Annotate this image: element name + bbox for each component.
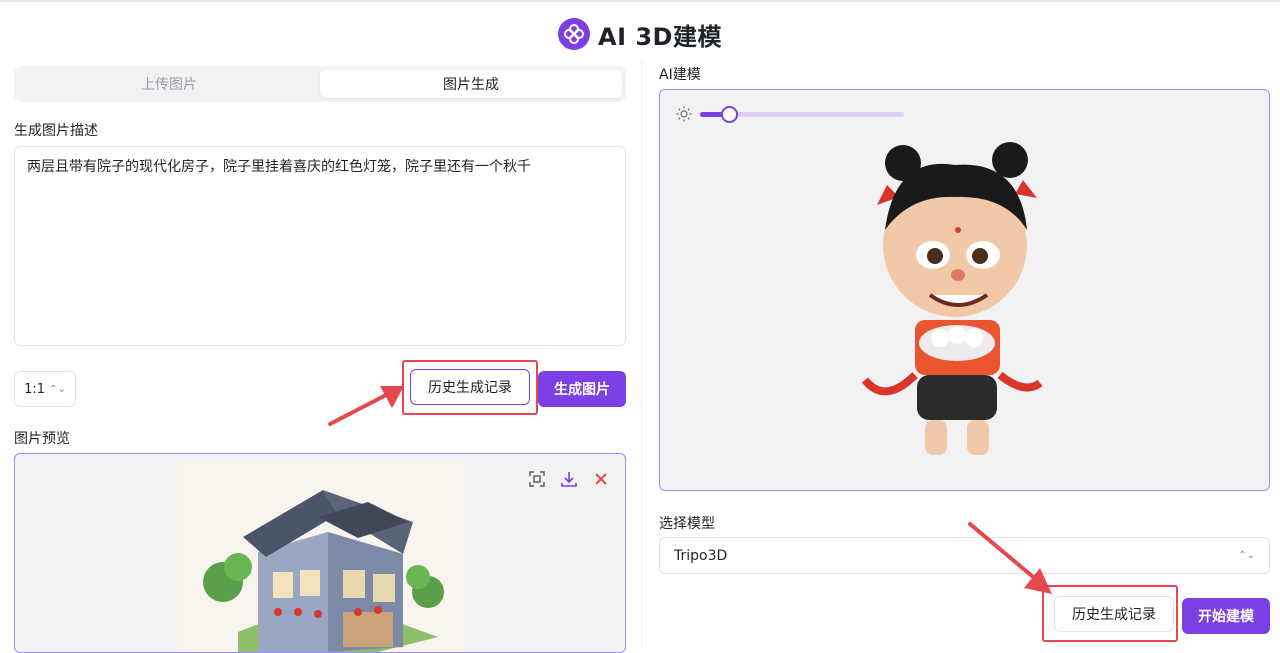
close-icon[interactable] bbox=[592, 470, 610, 488]
brightness-slider[interactable] bbox=[700, 106, 904, 123]
description-label: 生成图片描述 bbox=[14, 123, 98, 139]
updown-chevron-icon: ⌃⌄ bbox=[1238, 550, 1255, 561]
annotation-arrow-right bbox=[968, 522, 1052, 594]
ai-model-label: AI建模 bbox=[659, 67, 701, 83]
model-viewer[interactable] bbox=[659, 89, 1270, 491]
preview-label: 图片预览 bbox=[14, 431, 70, 447]
fullscreen-icon[interactable] bbox=[528, 470, 546, 488]
panel-divider bbox=[641, 62, 642, 648]
aspect-ratio-value: 1:1 bbox=[24, 381, 46, 397]
generate-image-button[interactable]: 生成图片 bbox=[538, 371, 626, 407]
download-icon[interactable] bbox=[560, 470, 578, 488]
source-tabs: 上传图片 图片生成 bbox=[14, 66, 626, 102]
tab-upload-image[interactable]: 上传图片 bbox=[18, 70, 320, 98]
tab-generate-image[interactable]: 图片生成 bbox=[320, 70, 622, 98]
highlight-box-right bbox=[1042, 585, 1178, 642]
image-preview bbox=[14, 453, 626, 653]
app-logo-icon bbox=[558, 18, 590, 50]
annotation-arrow-left bbox=[328, 386, 404, 426]
model-select-value: Tripo3D bbox=[674, 547, 728, 564]
description-input[interactable]: 两层且带有院子的现代化房子，院子里挂着喜庆的红色灯笼，院子里还有一个秋千 bbox=[14, 146, 626, 346]
updown-chevron-icon: ⌃⌄ bbox=[49, 383, 66, 395]
app-title: AI 3D建模 bbox=[598, 22, 722, 51]
brightness-icon bbox=[676, 106, 692, 126]
select-model-label: 选择模型 bbox=[659, 516, 715, 532]
brightness-slider-handle[interactable] bbox=[720, 106, 738, 123]
highlight-box-left bbox=[402, 360, 538, 415]
aspect-ratio-select[interactable]: 1:1 ⌃⌄ bbox=[14, 371, 76, 407]
top-border bbox=[0, 0, 1280, 2]
app-header: AI 3D建模 bbox=[0, 14, 1280, 54]
3d-character-model bbox=[861, 142, 1043, 455]
generated-house-image bbox=[178, 462, 464, 652]
start-modeling-button[interactable]: 开始建模 bbox=[1182, 598, 1270, 634]
